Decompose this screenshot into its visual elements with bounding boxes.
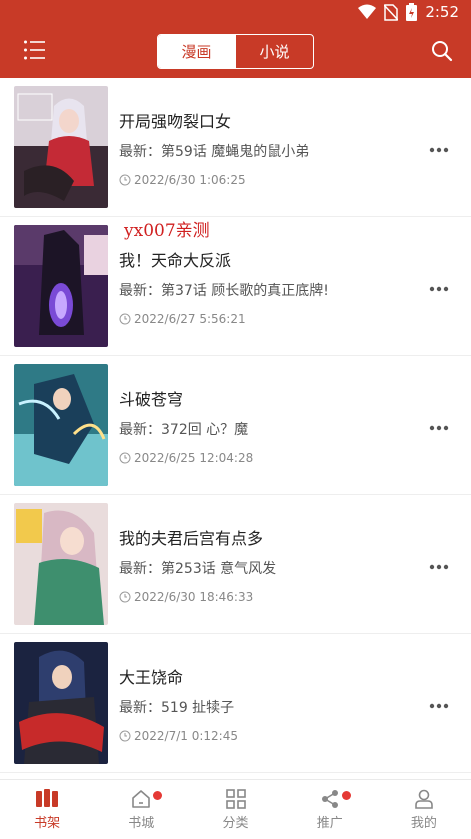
- update-time: 2022/6/30 18:46:33: [119, 590, 253, 604]
- menu-button[interactable]: [24, 40, 46, 60]
- update-time-text: 2022/6/30 18:46:33: [134, 590, 254, 604]
- more-options-button[interactable]: [429, 694, 449, 713]
- wifi-icon: [358, 4, 377, 19]
- more-dots-icon: [429, 286, 449, 292]
- grid-icon: [225, 788, 246, 809]
- tab-label: 我的: [410, 815, 437, 831]
- list-menu-icon: [24, 40, 45, 60]
- clock-icon: [119, 313, 131, 325]
- share-icon: [321, 789, 338, 808]
- more-dots-icon: [429, 564, 449, 570]
- latest-chapter: 最新：372回 心？魔: [119, 422, 249, 438]
- update-time: 2022/6/30 1:06:25: [119, 173, 246, 187]
- more-dots-icon: [429, 703, 449, 709]
- latest-chapter: 最新：第37话 顾长歌的真正底牌!: [119, 283, 329, 299]
- home-icon: [132, 789, 151, 808]
- list-item[interactable]: 我的夫君后宫有点多 最新：第253话 意气风发 2022/6/30 18:46:…: [0, 495, 471, 634]
- clock-icon: [119, 730, 131, 742]
- cover-image: [14, 642, 108, 764]
- update-time: 2022/6/25 12:04:28: [119, 451, 253, 465]
- update-time: 2022/7/1 0:12:45: [119, 729, 238, 743]
- latest-chapter: 最新：519 扯犊子: [119, 700, 235, 716]
- status-icons: 2:52: [358, 3, 459, 21]
- tab-profile[interactable]: 我的: [377, 780, 471, 839]
- comic-title: 我！天命大反派: [119, 251, 232, 270]
- content-type-switch: 漫画 小说: [157, 34, 314, 69]
- tab-label: 书城: [128, 815, 155, 831]
- bookshelf-icon: [36, 788, 59, 807]
- watermark-text: yx007亲测: [124, 221, 210, 241]
- more-options-button[interactable]: [429, 277, 449, 296]
- cover-image: [14, 225, 108, 347]
- tab-promotion[interactable]: 推广: [283, 780, 377, 839]
- cover-image: [14, 364, 108, 486]
- cover-image: [14, 86, 108, 208]
- clock-icon: [119, 591, 131, 603]
- latest-chapter: 最新：第59话 魔蝇鬼的鼠小弟: [119, 144, 310, 160]
- more-options-button[interactable]: [429, 555, 449, 574]
- update-time: 2022/6/27 5:56:21: [119, 312, 246, 326]
- tab-category[interactable]: 分类: [188, 780, 282, 839]
- comic-title: 开局强吻裂口女: [119, 112, 232, 131]
- more-options-button[interactable]: [429, 138, 449, 157]
- notification-dot: [153, 791, 163, 800]
- update-time-text: 2022/6/27 5:56:21: [134, 312, 246, 326]
- comic-title: 大王饶命: [119, 668, 184, 687]
- list-item[interactable]: 我！天命大反派 最新：第37话 顾长歌的真正底牌! 2022/6/27 5:56…: [0, 217, 471, 356]
- more-dots-icon: [429, 147, 449, 153]
- list-item[interactable]: 斗破苍穹 最新：372回 心？魔 2022/6/25 12:04:28: [0, 356, 471, 495]
- more-options-button[interactable]: [429, 416, 449, 435]
- no-sim-icon: [384, 3, 399, 21]
- bookshelf-list: 开局强吻裂口女 最新：第59话 魔蝇鬼的鼠小弟 2022/6/30 1:06:2…: [0, 78, 471, 779]
- list-item[interactable]: 大王饶命 最新：519 扯犊子 2022/7/1 0:12:45: [0, 634, 471, 773]
- app-header: 2:52 漫画 小说: [0, 0, 471, 78]
- tab-bookstore[interactable]: 书城: [94, 780, 188, 839]
- user-icon: [415, 789, 433, 809]
- comic-title: 我的夫君后宫有点多: [119, 529, 264, 548]
- battery-icon: [406, 3, 418, 21]
- update-time-text: 2022/6/30 1:06:25: [134, 173, 246, 187]
- status-time: 2:52: [425, 3, 459, 21]
- search-icon: [432, 41, 453, 62]
- tab-bookshelf[interactable]: 书架: [0, 780, 94, 839]
- list-item[interactable]: 开局强吻裂口女 最新：第59话 魔蝇鬼的鼠小弟 2022/6/30 1:06:2…: [0, 78, 471, 217]
- tab-label: 书架: [34, 815, 61, 831]
- clock-icon: [119, 174, 131, 186]
- update-time-text: 2022/6/25 12:04:28: [134, 451, 254, 465]
- clock-icon: [119, 452, 131, 464]
- comic-title: 斗破苍穹: [119, 390, 184, 409]
- status-bar: 2:52: [0, 0, 471, 26]
- tab-label: 推广: [316, 815, 343, 831]
- update-time-text: 2022/7/1 0:12:45: [134, 729, 238, 743]
- search-button[interactable]: [431, 40, 453, 62]
- tab-comic[interactable]: 漫画: [158, 35, 235, 68]
- tab-label: 分类: [222, 815, 249, 831]
- tab-novel[interactable]: 小说: [235, 35, 313, 68]
- bottom-tab-bar: 书架 书城 分类 推广 我的: [0, 779, 471, 839]
- latest-chapter: 最新：第253话 意气风发: [119, 561, 277, 577]
- notification-dot: [341, 791, 351, 800]
- more-dots-icon: [429, 425, 449, 431]
- cover-image: [14, 503, 108, 625]
